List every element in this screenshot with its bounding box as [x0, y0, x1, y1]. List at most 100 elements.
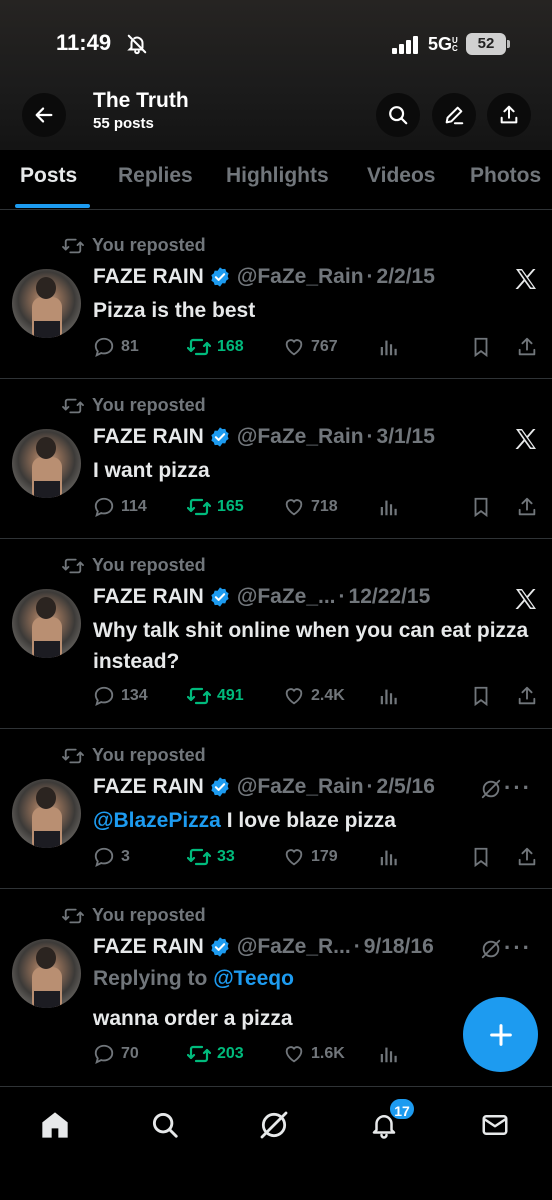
repost-button[interactable]: 33 — [187, 846, 235, 868]
heart-icon — [285, 1046, 303, 1063]
avatar[interactable] — [12, 429, 81, 498]
nav-home[interactable] — [35, 1105, 75, 1145]
compose-button[interactable] — [463, 997, 538, 1072]
back-button[interactable] — [22, 93, 66, 137]
post[interactable]: You reposted FAZE RAIN @FaZe_Rain · 2/2/… — [0, 219, 552, 379]
bottom-navigation: 17 — [0, 1086, 552, 1200]
battery-tip — [507, 40, 510, 48]
like-button[interactable]: 767 — [283, 336, 338, 358]
edit-button[interactable] — [432, 93, 476, 137]
post-actions: 114 165 718 — [93, 496, 543, 522]
author-handle: @FaZe_... — [236, 585, 336, 608]
author-name[interactable]: FAZE RAIN — [93, 935, 204, 959]
share-icon[interactable] — [516, 685, 538, 707]
views-icon[interactable] — [378, 496, 400, 518]
avatar[interactable] — [12, 779, 81, 848]
bookmark-icon[interactable] — [470, 496, 492, 518]
share-icon[interactable] — [516, 846, 538, 868]
avatar[interactable] — [12, 269, 81, 338]
avatar[interactable] — [12, 589, 81, 658]
post-actions: 3 33 179 — [93, 846, 543, 872]
verified-badge-icon — [211, 777, 229, 797]
post-date: 2/5/16 — [376, 775, 435, 798]
author-name[interactable]: FAZE RAIN — [93, 425, 204, 449]
tab-highlights[interactable]: Highlights — [226, 164, 329, 188]
reply-button[interactable]: 70 — [93, 1043, 139, 1065]
verified-badge-icon — [211, 937, 229, 957]
more-options-button[interactable]: ··· — [504, 775, 532, 801]
like-button[interactable]: 1.6K — [283, 1043, 345, 1065]
repost-icon — [62, 558, 84, 573]
nav-messages[interactable] — [475, 1105, 515, 1145]
repost-button[interactable]: 165 — [187, 496, 244, 518]
share-icon[interactable] — [516, 496, 538, 518]
like-count: 1.6K — [311, 1045, 345, 1062]
reply-button[interactable]: 81 — [93, 336, 139, 358]
like-button[interactable]: 2.4K — [283, 685, 345, 707]
grok-icon[interactable] — [480, 938, 502, 960]
views-icon[interactable] — [378, 1043, 400, 1065]
bookmark-icon[interactable] — [470, 685, 492, 707]
repost-count: 491 — [217, 687, 244, 704]
like-button[interactable]: 718 — [283, 496, 338, 518]
tab-videos[interactable]: Videos — [367, 164, 435, 188]
repost-button[interactable]: 203 — [187, 1043, 244, 1065]
author-name[interactable]: FAZE RAIN — [93, 775, 204, 799]
bookmark-icon[interactable] — [470, 846, 492, 868]
repost-label: You reposted — [92, 395, 206, 415]
heart-icon — [285, 499, 303, 516]
verified-badge-icon — [211, 427, 229, 447]
share-icon[interactable] — [516, 336, 538, 358]
tab-photos[interactable]: Photos — [470, 164, 541, 188]
like-button[interactable]: 179 — [283, 846, 338, 868]
x-logo-icon[interactable] — [514, 267, 538, 291]
views-icon[interactable] — [378, 846, 400, 868]
post-date: 3/1/15 — [376, 425, 435, 448]
reply-icon — [94, 337, 114, 357]
repost-button[interactable]: 168 — [187, 336, 244, 358]
repost-icon — [187, 1045, 211, 1063]
replying-to-label: Replying to — [93, 967, 208, 990]
separator-dot: · — [353, 935, 361, 958]
heart-icon — [285, 688, 303, 705]
tab-replies[interactable]: Replies — [118, 164, 193, 188]
like-count: 2.4K — [311, 687, 345, 704]
bookmark-icon[interactable] — [470, 336, 492, 358]
nav-grok[interactable] — [254, 1105, 294, 1145]
views-icon[interactable] — [378, 685, 400, 707]
signal-icon — [392, 36, 418, 54]
author-handle: @FaZe_R... — [236, 935, 351, 958]
like-count: 767 — [311, 338, 338, 355]
repost-icon — [187, 848, 211, 866]
x-logo-icon[interactable] — [514, 587, 538, 611]
post[interactable]: You reposted FAZE RAIN @FaZe_... · 12/22… — [0, 539, 552, 729]
reply-button[interactable]: 3 — [93, 846, 130, 868]
views-icon[interactable] — [378, 336, 400, 358]
post[interactable]: You reposted FAZE RAIN @FaZe_Rain · 2/5/… — [0, 729, 552, 889]
tab-posts[interactable]: Posts — [20, 164, 77, 188]
search-icon — [152, 1112, 178, 1138]
x-logo-icon[interactable] — [514, 427, 538, 451]
nav-search[interactable] — [145, 1105, 185, 1145]
author-name[interactable]: FAZE RAIN — [93, 585, 204, 609]
repost-count: 203 — [217, 1045, 244, 1062]
repost-button[interactable]: 491 — [187, 685, 244, 707]
like-count: 179 — [311, 848, 338, 865]
avatar[interactable] — [12, 939, 81, 1008]
search-button[interactable] — [376, 93, 420, 137]
grok-icon[interactable] — [480, 778, 502, 800]
repost-context: You reposted — [62, 555, 206, 576]
author-name[interactable]: FAZE RAIN — [93, 265, 204, 289]
replying-to: Replying to @Teeqo — [93, 967, 294, 991]
reply-button[interactable]: 114 — [93, 496, 147, 518]
post-header: FAZE RAIN @FaZe_Rain · 3/1/15 — [93, 425, 435, 449]
more-options-button[interactable]: ··· — [504, 935, 532, 961]
reply-button[interactable]: 134 — [93, 685, 148, 707]
repost-context: You reposted — [62, 745, 206, 766]
mention-link[interactable]: @BlazePizza — [93, 809, 221, 832]
share-profile-button[interactable] — [487, 93, 531, 137]
post[interactable]: You reposted FAZE RAIN @FaZe_Rain · 3/1/… — [0, 379, 552, 539]
pencil-icon — [445, 106, 464, 125]
repost-label: You reposted — [92, 555, 206, 575]
mention-link[interactable]: @Teeqo — [213, 967, 294, 990]
